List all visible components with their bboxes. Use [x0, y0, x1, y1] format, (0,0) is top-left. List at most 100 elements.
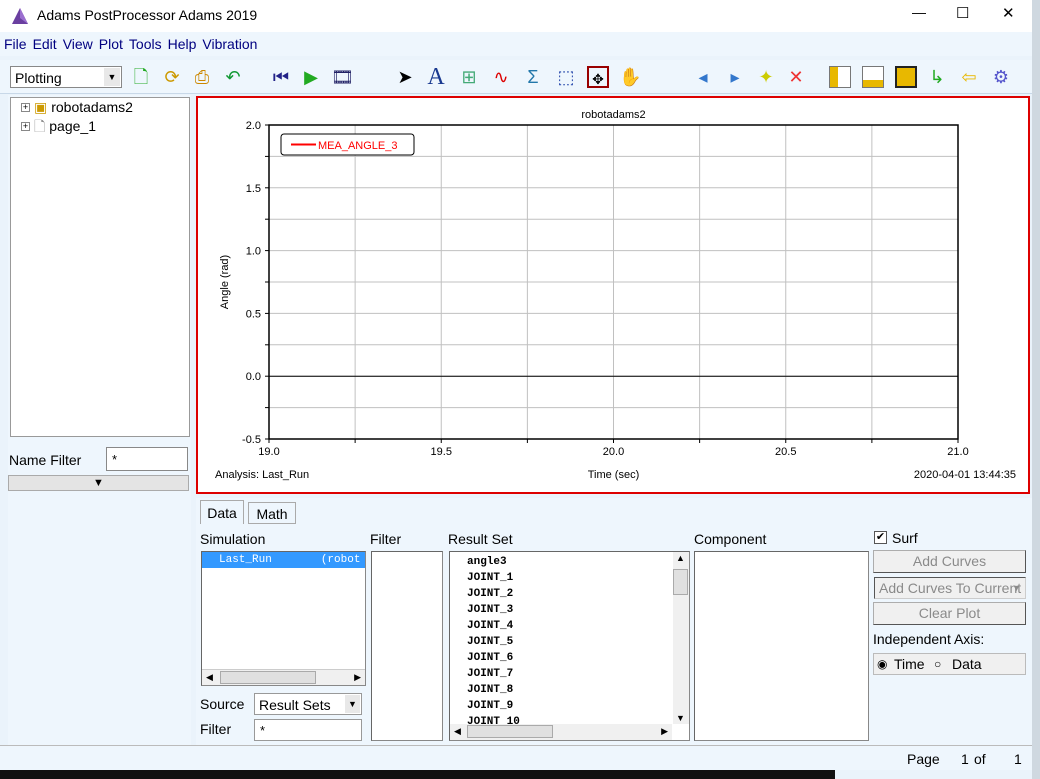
simulation-model: (robot [320, 554, 361, 566]
fit-icon[interactable]: ✥ [587, 66, 609, 88]
minimize-button[interactable]: — [912, 4, 926, 20]
play-icon[interactable]: ▶ [300, 66, 322, 88]
mode-select[interactable]: Plotting ▼ [10, 66, 122, 88]
y-tick-label: 1.5 [246, 183, 261, 195]
tab-math[interactable]: Math [248, 502, 296, 524]
result-set-item[interactable]: JOINT_4 [467, 618, 689, 634]
tree-item-label: page_1 [49, 118, 96, 134]
add-mode-select[interactable]: Add Curves To Current ▼ [874, 577, 1026, 599]
tree-item-label: robotadams2 [51, 99, 133, 115]
menu-tools[interactable]: Tools [129, 36, 162, 52]
menu-plot[interactable]: Plot [99, 36, 123, 52]
x-tick-label: 19.5 [431, 446, 452, 458]
settings-gear-icon[interactable]: ⚙ [990, 66, 1012, 88]
result-set-item[interactable]: JOINT_8 [467, 682, 689, 698]
add-mode-value: Add Curves To Current [879, 580, 1022, 596]
surf-checkbox[interactable]: ✔ [874, 531, 887, 544]
status-bar: Page 1 of 1 [0, 745, 1032, 770]
result-set-list[interactable]: angle3 JOINT_1 JOINT_2 JOINT_3 JOINT_4 JOINT_… [449, 551, 690, 741]
sigma-statistics-icon[interactable]: Σ [522, 66, 544, 88]
menu-view[interactable]: View [63, 36, 93, 52]
name-filter-input[interactable]: * [106, 447, 188, 471]
chevron-down-icon[interactable]: ▼ [345, 695, 360, 713]
expand-icon[interactable]: + [21, 122, 30, 131]
return-icon[interactable]: ↳ [926, 66, 948, 88]
component-list[interactable] [694, 551, 869, 741]
radio-time-label: Time [894, 656, 925, 672]
exit-icon[interactable]: ⇦ [958, 66, 980, 88]
menu-file[interactable]: File [4, 36, 27, 52]
chevron-down-icon[interactable]: ▼ [1009, 579, 1024, 597]
x-tick-label: 20.5 [775, 446, 796, 458]
x-tick-label: 20.0 [603, 446, 624, 458]
data-panel: Data Math Simulation Last_Run (robot ◀ ▶ S… [196, 498, 1032, 745]
sim-filter-input[interactable]: * [254, 719, 362, 741]
result-set-item[interactable]: JOINT_9 [467, 698, 689, 714]
menu-edit[interactable]: Edit [33, 36, 57, 52]
close-button[interactable]: ✕ [1002, 4, 1015, 22]
independent-axis-group: ◉ Time ○ Data [873, 653, 1026, 675]
result-set-item[interactable]: JOINT_6 [467, 650, 689, 666]
horizontal-scrollbar[interactable]: ◀ ▶ [450, 724, 672, 740]
result-set-item[interactable]: angle3 [467, 554, 689, 570]
x-tick-label: 19.0 [258, 446, 279, 458]
y-tick-label: 1.0 [246, 246, 261, 258]
text-icon[interactable]: A [425, 65, 447, 89]
component-label: Component [694, 531, 767, 547]
tree-item-page-1[interactable]: + 🗋 page_1 [11, 117, 189, 136]
simulation-item[interactable]: Last_Run (robot [202, 552, 365, 568]
curve-edit-icon[interactable]: ∿ [490, 66, 512, 88]
y-tick-label: 2.0 [246, 120, 261, 132]
result-set-item[interactable]: JOINT_3 [467, 602, 689, 618]
radio-data[interactable]: ○ [934, 657, 941, 671]
mode-select-value: Plotting [15, 70, 62, 86]
layout-3-icon[interactable] [895, 66, 917, 88]
horizontal-scrollbar[interactable]: ◀ ▶ [202, 669, 365, 685]
tab-data[interactable]: Data [200, 500, 244, 524]
clear-plot-button[interactable]: Clear Plot [873, 602, 1026, 625]
adams-logo-icon [12, 8, 28, 24]
zoom-box-icon[interactable]: ⬚ [555, 66, 577, 88]
refresh-icon[interactable]: ⟳ [161, 66, 183, 88]
menu-help[interactable]: Help [168, 36, 197, 52]
plot-panel[interactable]: 2.0 1.5 1.0 0.5 0.0 -0.5 19.0 19.5 20.0 20.5 21.0 r… [196, 96, 1030, 494]
title-bar: Adams PostProcessor Adams 2019 — ☐ ✕ [0, 0, 1040, 32]
filter-list[interactable] [371, 551, 443, 741]
vertical-scrollbar[interactable]: ▲ ▼ [673, 552, 689, 724]
expand-icon[interactable]: + [21, 103, 30, 112]
pan-hand-icon[interactable]: ✋ [619, 66, 641, 88]
result-set-item[interactable]: JOINT_1 [467, 570, 689, 586]
timestamp: 2020-04-01 13:44:35 [914, 469, 1016, 481]
print-icon[interactable]: ⎙ [191, 66, 213, 88]
radio-time[interactable]: ◉ [877, 657, 887, 671]
new-page-icon[interactable]: 🗋 [130, 66, 152, 88]
page-tree: + ▣ robotadams2 + 🗋 page_1 [10, 97, 190, 437]
result-set-item[interactable]: JOINT_5 [467, 634, 689, 650]
animation-film-icon[interactable]: 🎞 [331, 66, 354, 88]
delete-page-icon[interactable]: ✕ [785, 66, 807, 88]
axis-icon[interactable]: ⊞ [458, 66, 480, 88]
tree-item-robotadams2[interactable]: + ▣ robotadams2 [11, 98, 189, 117]
simulation-list[interactable]: Last_Run (robot ◀ ▶ [201, 551, 366, 686]
layout-2-icon[interactable] [862, 66, 884, 88]
page-number: 1 [961, 751, 969, 767]
previous-page-icon[interactable]: ◂ [692, 66, 714, 88]
menu-vibration[interactable]: Vibration [202, 36, 257, 52]
undo-icon[interactable]: ↶ [222, 66, 244, 88]
first-frame-icon[interactable]: ⏮ [270, 66, 292, 88]
maximize-button[interactable]: ☐ [956, 4, 969, 22]
result-set-item[interactable]: JOINT_7 [467, 666, 689, 682]
next-page-icon[interactable]: ▸ [724, 66, 746, 88]
chevron-down-icon[interactable]: ▼ [104, 68, 120, 86]
add-curves-button[interactable]: Add Curves [873, 550, 1026, 573]
result-set-item[interactable]: JOINT_2 [467, 586, 689, 602]
select-arrow-icon[interactable]: ➤ [394, 66, 416, 88]
collapse-arrow-button[interactable]: ▼ [8, 475, 189, 491]
chart: 2.0 1.5 1.0 0.5 0.0 -0.519.0 19.5 20.0 20.5 21.0 r… [215, 109, 1016, 481]
layout-1-icon[interactable] [829, 66, 851, 88]
source-select[interactable]: Result Sets ▼ [254, 693, 362, 715]
surf-label: Surf [892, 530, 918, 546]
page-total: 1 [1014, 751, 1022, 767]
menu-bar: File Edit View Plot Tools Help Vibration [0, 32, 1032, 56]
new-page-icon[interactable]: ✦ [755, 66, 777, 88]
